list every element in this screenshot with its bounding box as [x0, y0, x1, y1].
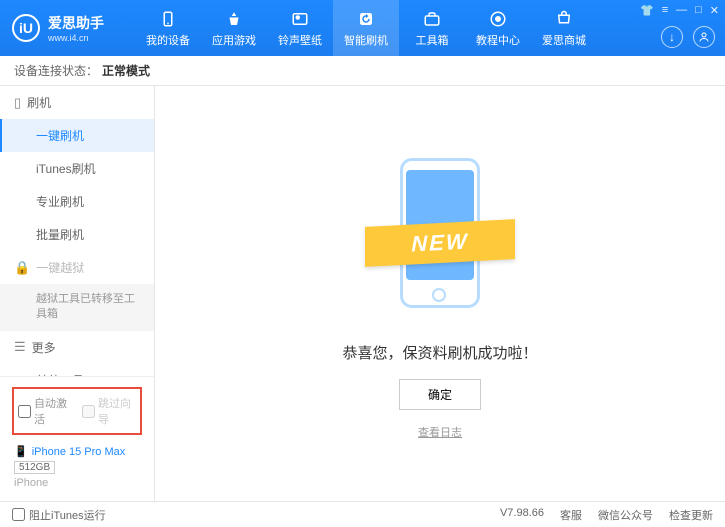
app-header: iU 爱思助手 www.i4.cn 我的设备 应用游戏 铃声壁纸 智能刷机 工具…	[0, 0, 725, 56]
maximize-icon[interactable]: □	[695, 4, 702, 17]
user-button[interactable]	[693, 26, 715, 48]
sidebar-item-pro[interactable]: 专业刷机	[0, 185, 154, 218]
refresh-icon	[356, 9, 376, 29]
tshirt-icon[interactable]: 👕	[640, 4, 654, 17]
sidebar-item-itunes[interactable]: iTunes刷机	[0, 152, 154, 185]
footer-link-wechat[interactable]: 微信公众号	[598, 507, 653, 523]
app-title: 爱思助手	[48, 13, 104, 33]
ok-button[interactable]: 确定	[399, 379, 481, 410]
toolbox-icon	[422, 9, 442, 29]
logo-area: iU 爱思助手 www.i4.cn	[0, 13, 135, 43]
device-type: iPhone	[14, 477, 140, 489]
options-highlight: 自动激活 跳过向导	[12, 387, 142, 435]
status-value: 正常模式	[102, 62, 150, 79]
download-button[interactable]: ↓	[661, 26, 683, 48]
device-capacity: 512GB	[14, 461, 55, 474]
top-nav: 我的设备 应用游戏 铃声壁纸 智能刷机 工具箱 教程中心 爱思商城	[135, 0, 597, 56]
phone-icon: 📱	[14, 445, 28, 458]
logo-icon: iU	[12, 14, 40, 42]
version-label: V7.98.66	[500, 507, 544, 523]
group-more[interactable]: ☰更多	[0, 331, 154, 364]
checkbox-skip-guide[interactable]: 跳过向导	[82, 395, 136, 427]
lock-icon: 🔒	[14, 260, 30, 276]
sidebar-item-oneclick[interactable]: 一键刷机	[0, 119, 154, 152]
nav-flash[interactable]: 智能刷机	[333, 0, 399, 56]
nav-store[interactable]: 爱思商城	[531, 0, 597, 56]
group-jailbreak[interactable]: 🔒一键越狱	[0, 251, 154, 284]
success-illustration: NEW	[370, 148, 510, 328]
checkbox-auto-activate[interactable]: 自动激活	[18, 395, 72, 427]
footer: 阻止iTunes运行 V7.98.66 客服 微信公众号 检查更新	[0, 501, 725, 527]
success-message: 恭喜您，保资料刷机成功啦！	[342, 342, 537, 363]
jailbreak-note: 越狱工具已转移至工具箱	[0, 284, 154, 331]
status-label: 设备连接状态：	[14, 62, 98, 79]
group-flash[interactable]: ▯刷机	[0, 86, 154, 119]
book-icon	[488, 9, 508, 29]
view-log-link[interactable]: 查看日志	[418, 424, 462, 440]
block-itunes-checkbox[interactable]: 阻止iTunes运行	[12, 507, 106, 523]
nav-apps[interactable]: 应用游戏	[201, 0, 267, 56]
minimize-icon[interactable]: —	[676, 4, 687, 17]
cart-icon	[554, 9, 574, 29]
footer-link-support[interactable]: 客服	[560, 507, 582, 523]
status-bar: 设备连接状态： 正常模式	[0, 56, 725, 86]
nav-tutorials[interactable]: 教程中心	[465, 0, 531, 56]
image-icon	[290, 9, 310, 29]
apps-icon	[224, 9, 244, 29]
phone-icon	[158, 9, 178, 29]
close-icon[interactable]: ✕	[710, 4, 719, 17]
sidebar-item-batch[interactable]: 批量刷机	[0, 218, 154, 251]
app-subtitle: www.i4.cn	[48, 33, 104, 43]
sidebar: ▯刷机 一键刷机 iTunes刷机 专业刷机 批量刷机 🔒一键越狱 越狱工具已转…	[0, 86, 155, 501]
menu-icon[interactable]: ≡	[662, 4, 668, 17]
phone-icon: ▯	[14, 95, 21, 111]
window-controls: 👕 ≡ — □ ✕	[640, 4, 719, 17]
main-content: NEW 恭喜您，保资料刷机成功啦！ 确定 查看日志	[155, 86, 725, 501]
nav-toolbox[interactable]: 工具箱	[399, 0, 465, 56]
device-name[interactable]: 📱iPhone 15 Pro Max	[14, 445, 140, 458]
nav-my-device[interactable]: 我的设备	[135, 0, 201, 56]
footer-link-update[interactable]: 检查更新	[669, 507, 713, 523]
nav-ringtone[interactable]: 铃声壁纸	[267, 0, 333, 56]
new-ribbon: NEW	[365, 219, 515, 267]
device-info: 📱iPhone 15 Pro Max 512GB iPhone	[10, 439, 144, 495]
list-icon: ☰	[14, 339, 26, 355]
sidebar-item-other[interactable]: 其他工具	[0, 364, 154, 376]
